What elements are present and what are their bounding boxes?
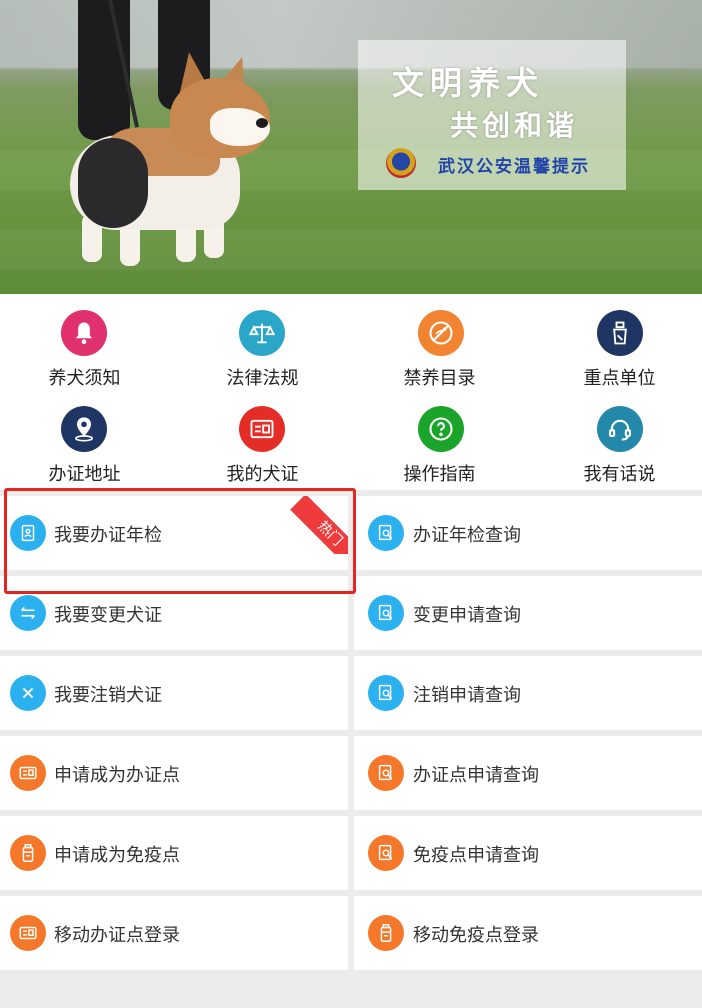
grid-item-office-address[interactable]: 办证地址 [0, 390, 175, 486]
slogan-panel: 文明养犬 共创和谐 武汉公安温馨提示 [358, 40, 626, 190]
feature-icon-grid: 养犬须知 法律法规 禁养目录 重点单位 办证地址 我的犬证 操作指南 我有话说 [0, 294, 702, 490]
no-dog-icon [418, 310, 464, 356]
certificate-icon [10, 515, 46, 551]
question-icon [418, 406, 464, 452]
menu-item-apply-annual-check[interactable]: 我要办证年检 热门 [0, 496, 348, 570]
swap-icon [10, 595, 46, 631]
menu-item-apply-vaccine-point[interactable]: 申请成为免疫点 [0, 816, 348, 890]
page: 文明养犬 共创和谐 武汉公安温馨提示 养犬须知 法律法规 禁养目录 重点单位 办… [0, 0, 702, 1008]
id-card-icon [10, 755, 46, 791]
banner-image: 文明养犬 共创和谐 武汉公安温馨提示 [0, 0, 702, 294]
grid-item-feedback[interactable]: 我有话说 [532, 390, 702, 486]
service-menu: 我要办证年检 热门 办证年检查询 我要变更犬证 变更申请查询 我要注销犬证 注销… [0, 490, 702, 1008]
building-icon [597, 310, 643, 356]
grid-item-my-dog-license[interactable]: 我的犬证 [175, 390, 350, 486]
scales-icon [239, 310, 285, 356]
grid-item-laws[interactable]: 法律法规 [175, 294, 350, 390]
menu-item-office-query[interactable]: 办证点申请查询 [354, 736, 702, 810]
hot-badge: 热门 [290, 496, 348, 554]
grid-item-guide[interactable]: 操作指南 [352, 390, 527, 486]
vaccine-bottle-icon [368, 915, 404, 951]
menu-item-change-license[interactable]: 我要变更犬证 [0, 576, 348, 650]
grid-item-key-units[interactable]: 重点单位 [532, 294, 702, 390]
search-doc-icon [368, 675, 404, 711]
search-doc-icon [368, 835, 404, 871]
menu-item-mobile-office-login[interactable]: 移动办证点登录 [0, 896, 348, 970]
menu-item-vaccine-point-query[interactable]: 免疫点申请查询 [354, 816, 702, 890]
close-icon [10, 675, 46, 711]
menu-item-change-query[interactable]: 变更申请查询 [354, 576, 702, 650]
slogan-line-1: 文明养犬 [392, 64, 545, 102]
vaccine-bottle-icon [10, 835, 46, 871]
slogan-line-3: 武汉公安温馨提示 [438, 157, 590, 177]
menu-item-annual-check-query[interactable]: 办证年检查询 [354, 496, 702, 570]
menu-item-cancel-license[interactable]: 我要注销犬证 [0, 656, 348, 730]
search-doc-icon [368, 755, 404, 791]
bell-icon [61, 310, 107, 356]
headset-icon [597, 406, 643, 452]
search-doc-icon [368, 515, 404, 551]
id-card-icon [10, 915, 46, 951]
location-pin-icon [61, 406, 107, 452]
police-emblem-icon [386, 148, 416, 178]
menu-item-mobile-vaccine-login[interactable]: 移动免疫点登录 [354, 896, 702, 970]
slogan-line-2: 共创和谐 [450, 109, 579, 142]
menu-item-apply-office[interactable]: 申请成为办证点 [0, 736, 348, 810]
menu-item-cancel-query[interactable]: 注销申请查询 [354, 656, 702, 730]
grid-item-dog-notice[interactable]: 养犬须知 [0, 294, 175, 390]
grid-item-banned-list[interactable]: 禁养目录 [352, 294, 527, 390]
id-card-icon [239, 406, 285, 452]
search-doc-icon [368, 595, 404, 631]
